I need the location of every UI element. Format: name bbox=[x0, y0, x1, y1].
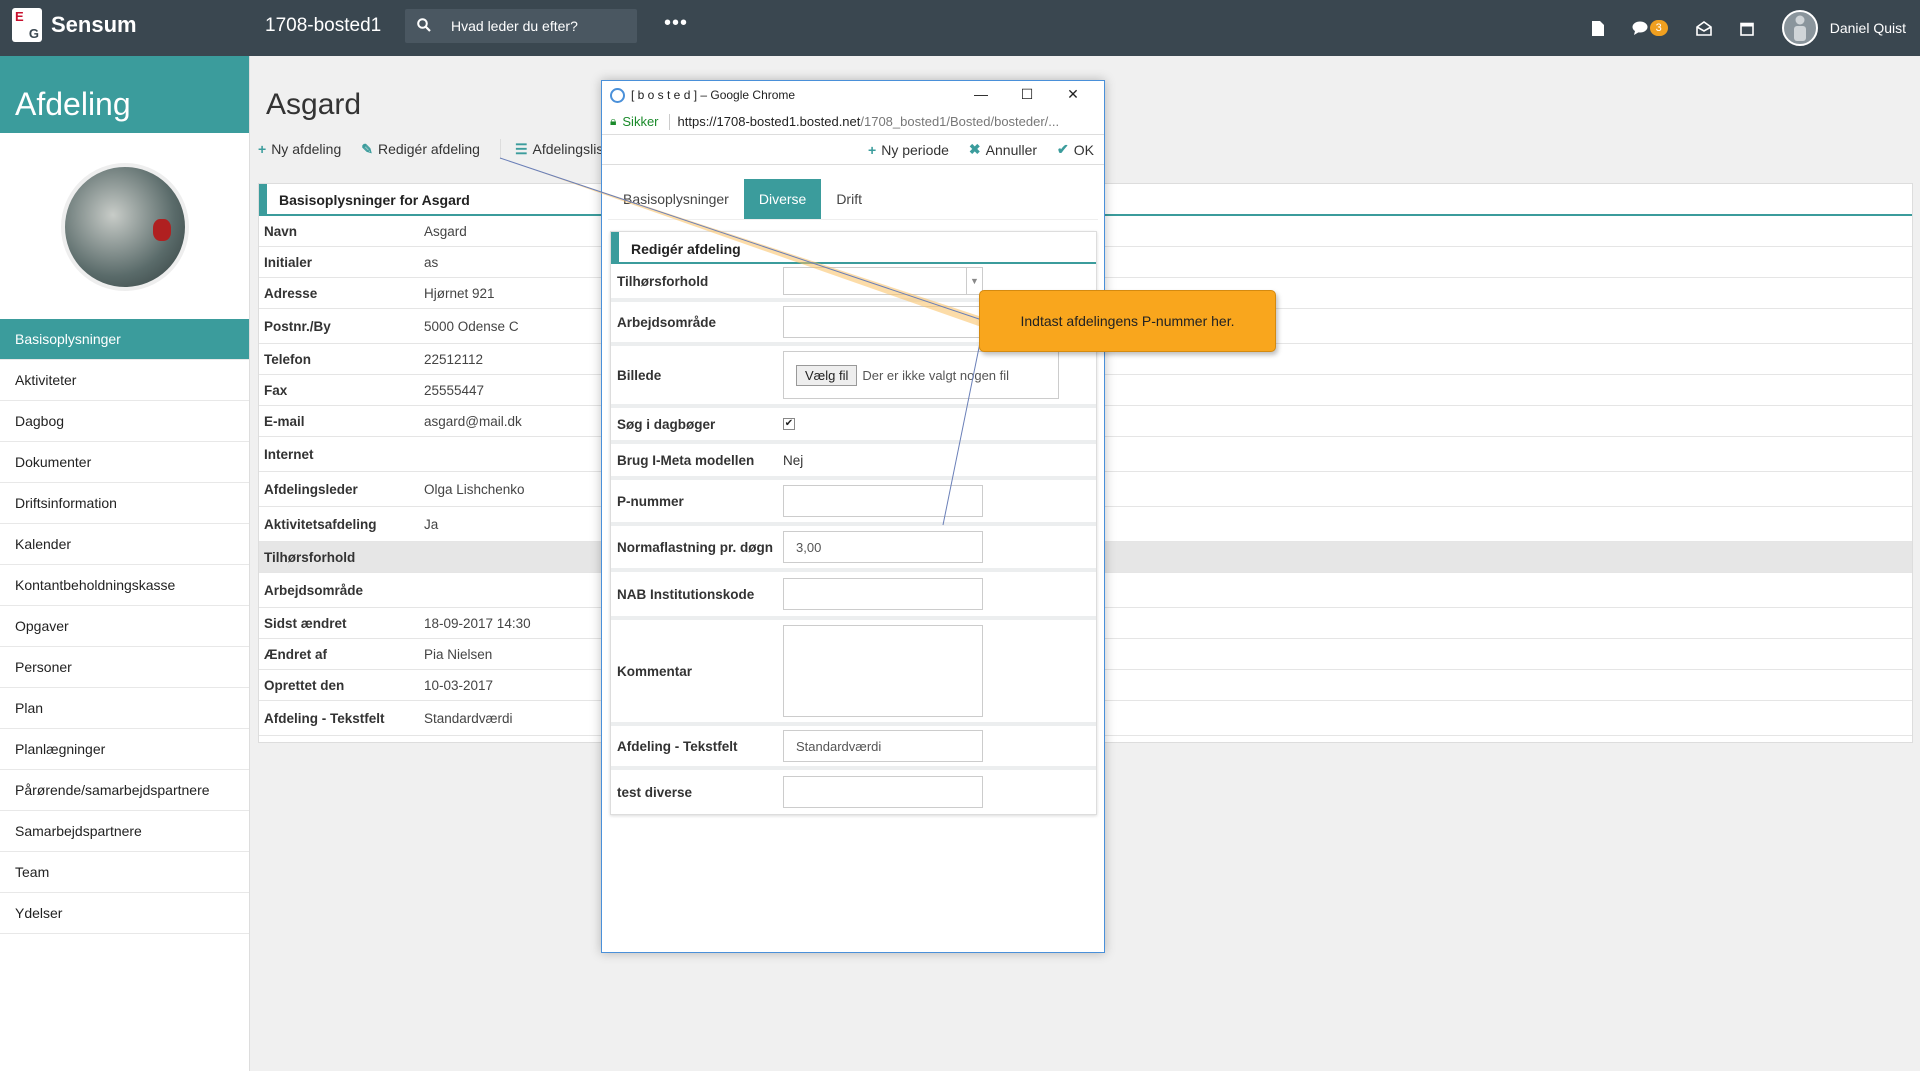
minimize-icon[interactable]: — bbox=[958, 86, 1004, 103]
p-nummer-tooltip: Indtast afdelingens P-nummer her. bbox=[979, 290, 1276, 352]
edit-department-window: [ b o s t e d ] – Google Chrome — ☐ ✕ 🔒︎… bbox=[601, 80, 1105, 953]
person-icon bbox=[1793, 15, 1806, 41]
no-file-label: Der er ikke valgt nogen fil bbox=[862, 367, 1010, 383]
calendar-icon[interactable] bbox=[1739, 21, 1754, 36]
form-row: NAB Institutionskode bbox=[611, 572, 1096, 620]
cancel-button[interactable]: ✖ Annuller bbox=[969, 141, 1037, 158]
sidebar-item-plan[interactable]: Plan bbox=[0, 688, 249, 729]
kommentar-textarea[interactable] bbox=[783, 625, 983, 717]
test-diverse-input[interactable] bbox=[783, 776, 983, 808]
messages-badge: 3 bbox=[1649, 20, 1668, 36]
search-icon[interactable] bbox=[405, 17, 443, 35]
department-photo bbox=[60, 163, 189, 291]
chat-icon bbox=[1632, 21, 1648, 35]
p-nummer-input[interactable] bbox=[783, 485, 983, 517]
form-row: P-nummer bbox=[611, 480, 1096, 526]
form-row: Kommentar bbox=[611, 620, 1096, 726]
nab-input[interactable] bbox=[783, 578, 983, 610]
form-row: Afdeling - Tekstfelt bbox=[611, 726, 1096, 770]
sidebar-item-opgaver[interactable]: Opgaver bbox=[0, 606, 249, 647]
file-picker: Vælg fil Der er ikke valgt nogen fil bbox=[783, 351, 1059, 399]
dropdown-arrow-icon: ▼ bbox=[966, 268, 982, 294]
search-input[interactable] bbox=[451, 18, 631, 34]
sidebar-title: Afdeling bbox=[0, 56, 249, 133]
sidebar-item-dokumenter[interactable]: Dokumenter bbox=[0, 442, 249, 483]
tab-diverse[interactable]: Diverse bbox=[743, 179, 822, 219]
maximize-icon[interactable]: ☐ bbox=[1004, 86, 1050, 103]
popup-tabs: Basisoplysninger Diverse Drift bbox=[608, 179, 1098, 220]
form-row: Brug I-Meta modellen Nej bbox=[611, 444, 1096, 480]
x-icon: ✖ bbox=[968, 141, 981, 157]
form-row: Søg i dagbøger ✔ bbox=[611, 408, 1096, 444]
close-icon[interactable]: ✕ bbox=[1050, 86, 1096, 103]
tab-basisoplysninger[interactable]: Basisoplysninger bbox=[608, 179, 744, 219]
main-toolbar: + Ny afdeling ✎ Redigér afdeling ☰ Afdel… bbox=[258, 139, 627, 159]
address-bar[interactable]: 🔒︎ Sikker https://1708-bosted1.bosted.ne… bbox=[602, 109, 1104, 135]
page-title: Asgard bbox=[266, 88, 362, 121]
form-row: test diverse bbox=[611, 770, 1096, 814]
sidebar-item-samarbejdspartnere[interactable]: Samarbejdspartnere bbox=[0, 811, 249, 852]
user-name[interactable]: Daniel Quist bbox=[1830, 20, 1906, 36]
plus-icon: + bbox=[258, 141, 267, 157]
site-name: 1708-bosted1 bbox=[265, 15, 382, 36]
plus-icon: + bbox=[868, 141, 877, 158]
sidebar-item-planlaegninger[interactable]: Planlægninger bbox=[0, 729, 249, 770]
sidebar: Afdeling Basisoplysninger Aktiviteter Da… bbox=[0, 56, 250, 1071]
sidebar-item-kontantbeholdningskasse[interactable]: Kontantbeholdningskasse bbox=[0, 565, 249, 606]
search-diaries-checkbox[interactable]: ✔ bbox=[783, 418, 795, 430]
toolbar-divider bbox=[499, 139, 501, 159]
tekstfelt-input[interactable] bbox=[783, 730, 983, 762]
tilhorsforhold-select[interactable]: ▼ bbox=[783, 267, 983, 295]
lock-icon: 🔒︎ bbox=[610, 114, 617, 128]
sidebar-item-parorende[interactable]: Pårørende/samarbejdspartnere bbox=[0, 770, 249, 811]
top-bar: E G Sensum 1708-bosted1 ••• 3 Daniel Qui… bbox=[0, 0, 1920, 56]
logo-text: Sensum bbox=[51, 12, 137, 37]
popup-toolbar: + Ny periode ✖ Annuller ✔ OK bbox=[602, 135, 1104, 165]
search-box[interactable] bbox=[405, 9, 637, 43]
user-avatar[interactable] bbox=[1781, 10, 1818, 46]
sidebar-item-kalender[interactable]: Kalender bbox=[0, 524, 249, 565]
pencil-icon: ✎ bbox=[361, 140, 373, 157]
arbejdsomrade-input[interactable] bbox=[783, 306, 983, 338]
tab-drift[interactable]: Drift bbox=[821, 179, 877, 219]
secure-label: Sikker bbox=[622, 114, 659, 129]
more-menu-button[interactable]: ••• bbox=[664, 12, 688, 35]
form-row: Normaflastning pr. døgn bbox=[611, 526, 1096, 572]
inbox-icon[interactable] bbox=[1695, 20, 1712, 36]
sidebar-item-aktiviteter[interactable]: Aktiviteter bbox=[0, 360, 249, 401]
new-period-button[interactable]: + Ny periode bbox=[868, 142, 949, 158]
imeta-value: Nej bbox=[783, 452, 804, 468]
department-list-button[interactable]: ☰ Afdelingslist bbox=[515, 139, 607, 159]
sidebar-item-basisoplysninger[interactable]: Basisoplysninger bbox=[0, 319, 249, 360]
form-row: Billede Vælg fil Der er ikke valgt nogen… bbox=[611, 346, 1096, 408]
sidebar-item-ydelser[interactable]: Ydelser bbox=[0, 893, 249, 934]
messages-button[interactable]: 3 bbox=[1632, 20, 1668, 36]
sidebar-item-driftsinformation[interactable]: Driftsinformation bbox=[0, 483, 249, 524]
sidebar-item-team[interactable]: Team bbox=[0, 852, 249, 893]
window-titlebar[interactable]: [ b o s t e d ] – Google Chrome — ☐ ✕ bbox=[602, 81, 1104, 109]
sidebar-item-dagbog[interactable]: Dagbog bbox=[0, 401, 249, 442]
choose-file-button[interactable]: Vælg fil bbox=[796, 364, 858, 386]
document-icon[interactable] bbox=[1591, 20, 1604, 36]
form-title: Redigér afdeling bbox=[611, 232, 1096, 264]
edit-department-button[interactable]: ✎ Redigér afdeling bbox=[361, 139, 480, 159]
logo[interactable]: E G Sensum bbox=[12, 8, 137, 42]
url-text[interactable]: https://1708-bosted1.bosted.net/1708_bos… bbox=[678, 114, 1098, 129]
ok-button[interactable]: ✔ OK bbox=[1057, 141, 1094, 158]
sidebar-item-personer[interactable]: Personer bbox=[0, 647, 249, 688]
new-department-button[interactable]: + Ny afdeling bbox=[258, 139, 341, 159]
check-icon: ✔ bbox=[1057, 141, 1069, 157]
chrome-icon bbox=[610, 87, 625, 103]
eg-logo-icon: E G bbox=[12, 8, 42, 42]
sidebar-nav: Basisoplysninger Aktiviteter Dagbog Doku… bbox=[0, 319, 249, 934]
normaflastning-input[interactable] bbox=[783, 531, 983, 563]
list-icon: ☰ bbox=[514, 140, 528, 157]
window-title: [ b o s t e d ] – Google Chrome bbox=[631, 88, 796, 102]
